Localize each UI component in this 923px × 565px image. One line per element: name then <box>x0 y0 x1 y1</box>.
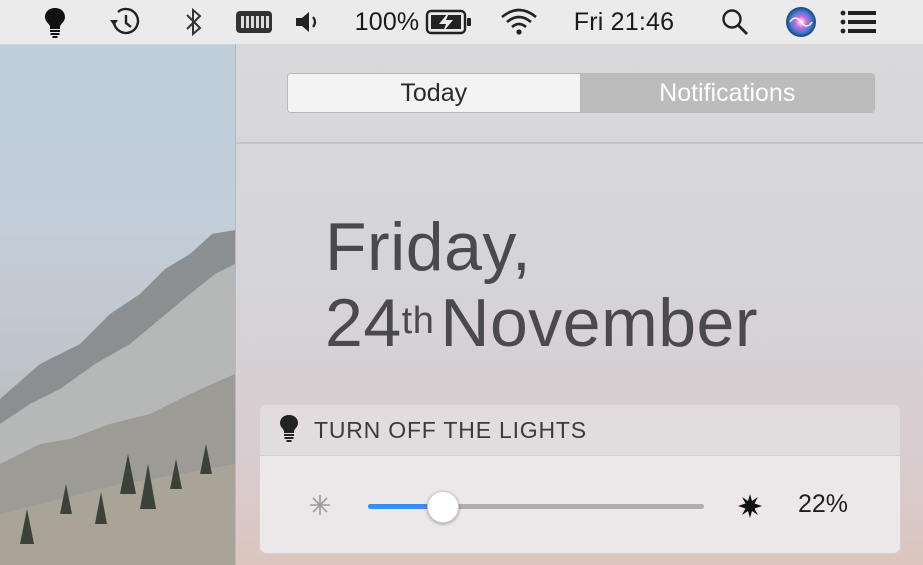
notification-center-panel: Today Notifications Friday, 24thNovember… <box>235 44 923 565</box>
battery-meter-icon[interactable] <box>234 0 276 44</box>
date-month: November <box>440 285 759 361</box>
view-segmented-control: Today Notifications <box>287 73 875 113</box>
widget-title: TURN OFF THE LIGHTS <box>314 416 587 443</box>
mountain-image <box>0 44 235 565</box>
notification-center-icon[interactable] <box>838 0 880 44</box>
time-machine-icon[interactable] <box>104 0 144 44</box>
date-day-month: 24thNovember <box>325 288 758 358</box>
brightness-slider[interactable] <box>368 491 704 523</box>
volume-icon[interactable] <box>293 0 325 44</box>
date-day: 24 <box>325 285 402 361</box>
bluetooth-icon[interactable] <box>180 0 208 44</box>
spotlight-search-icon[interactable] <box>718 0 752 44</box>
tab-today[interactable]: Today <box>288 74 581 112</box>
battery-percentage[interactable]: 100% <box>354 0 420 44</box>
brightness-slider-knob[interactable] <box>427 491 459 523</box>
menu-clock[interactable]: Fri 21:46 <box>564 0 684 44</box>
bright-sun-icon <box>738 494 762 523</box>
widget-body: 22% <box>260 456 900 553</box>
desktop-wallpaper <box>0 44 235 565</box>
lightbulb-icon <box>278 414 300 447</box>
wifi-icon[interactable] <box>497 0 541 44</box>
turn-off-the-lights-widget: TURN OFF THE LIGHTS 22% <box>259 404 901 554</box>
date-day-suffix: th <box>401 300 435 342</box>
widget-header: TURN OFF THE LIGHTS <box>260 405 900 456</box>
battery-charging-icon[interactable] <box>424 0 474 44</box>
dim-sun-icon <box>308 493 332 522</box>
lightbulb-icon[interactable] <box>40 0 70 44</box>
panel-divider <box>236 142 923 144</box>
siri-icon[interactable] <box>783 0 819 44</box>
tab-notifications[interactable]: Notifications <box>580 74 874 112</box>
menu-bar: 100% Fri 21:46 <box>0 0 923 45</box>
brightness-percentage: 22% <box>798 490 849 518</box>
date-weekday: Friday, <box>325 209 532 285</box>
